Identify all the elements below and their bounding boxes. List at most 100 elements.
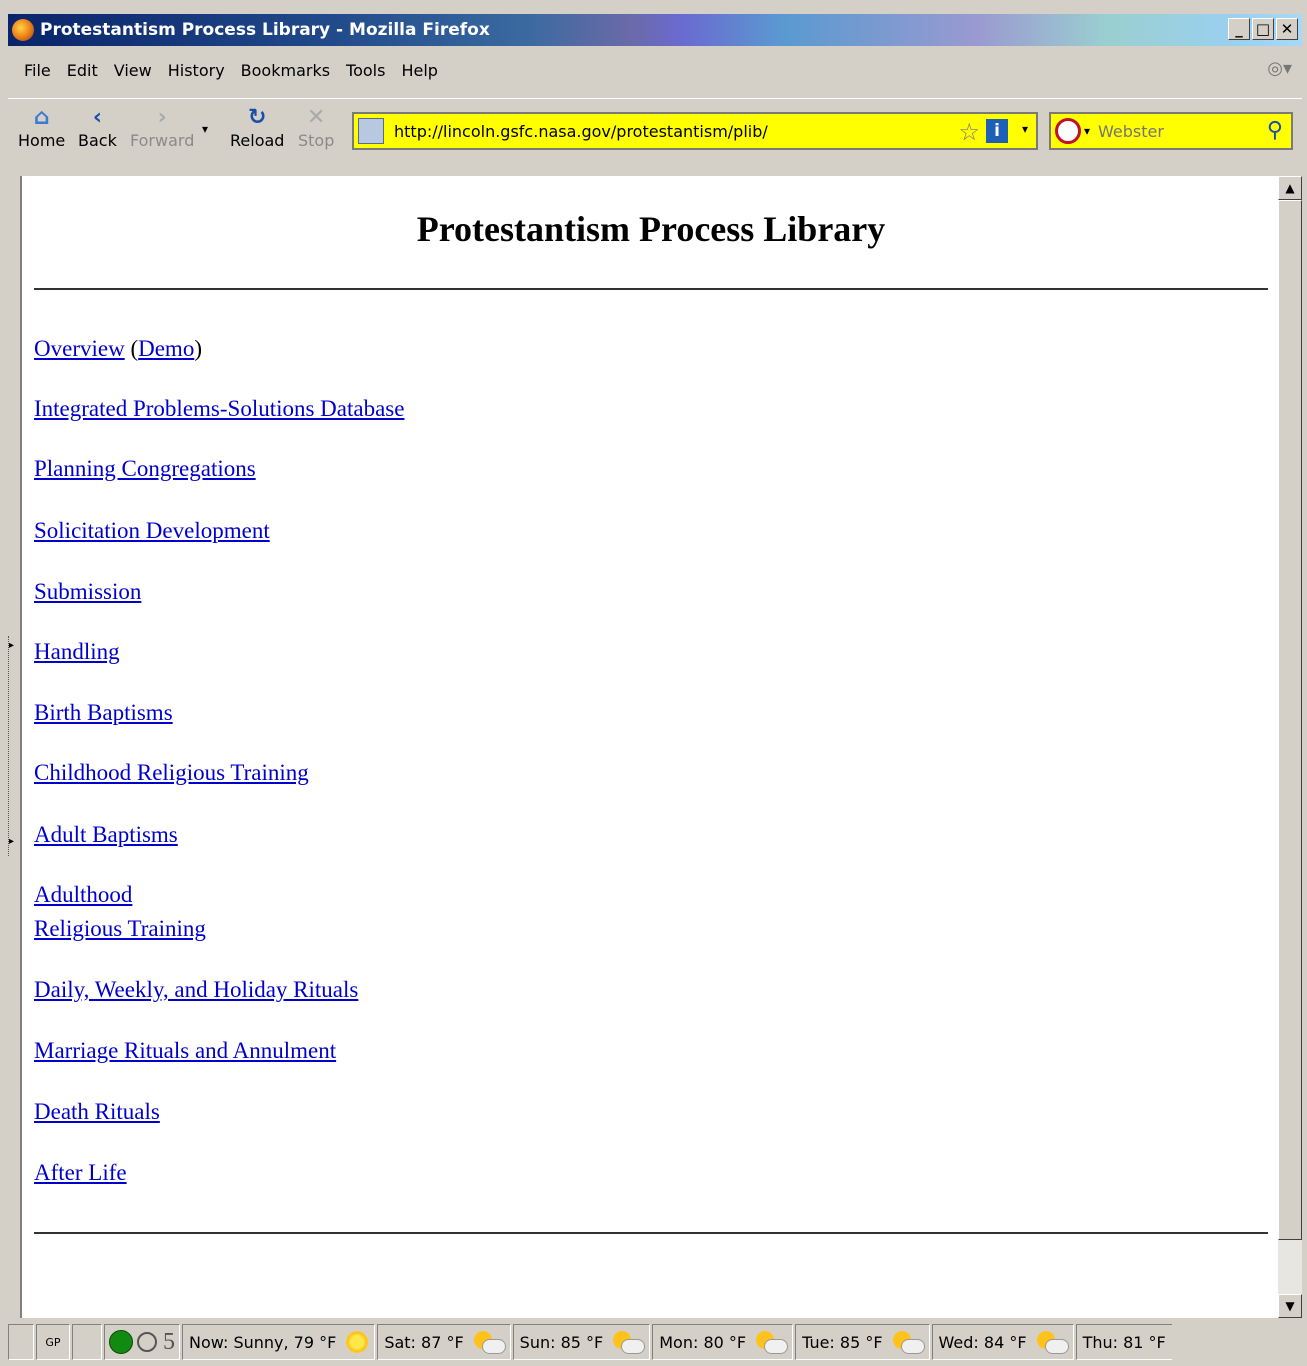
minimize-button[interactable]: _ <box>1228 18 1250 40</box>
scroll-down-icon[interactable]: ▼ <box>1278 1294 1302 1318</box>
partly-cloudy-icon <box>756 1331 789 1354</box>
stop-label: Stop <box>298 131 335 150</box>
link-birth-baptisms[interactable]: Birth Baptisms <box>34 700 173 726</box>
link-after-life[interactable]: After Life <box>34 1160 127 1186</box>
back-label: Back <box>78 131 117 150</box>
link-religious-training[interactable]: Religious Training <box>34 916 206 942</box>
link-integrated-database[interactable]: Integrated Problems-Solutions Database <box>34 396 404 422</box>
link-childhood-training[interactable]: Childhood Religious Training <box>34 760 309 786</box>
reload-icon: ↻ <box>248 105 267 130</box>
forward-label: Forward <box>130 131 195 150</box>
weather-now-text: Now: Sunny, 79 °F <box>189 1332 337 1352</box>
title-bar: Protestantism Process Library - Mozilla … <box>8 14 1302 46</box>
link-planning-congregations[interactable]: Planning Congregations <box>34 456 256 482</box>
link-adulthood[interactable]: Adulthood <box>34 882 132 908</box>
link-death-rituals[interactable]: Death Rituals <box>34 1099 160 1125</box>
link-rituals[interactable]: Daily, Weekly, and Holiday Rituals <box>34 977 358 1003</box>
forecast-sun[interactable]: Sun: 85 °F <box>512 1324 651 1360</box>
history-dropdown-icon[interactable]: ▾ <box>202 122 208 136</box>
forward-button[interactable]: › Forward <box>130 105 194 150</box>
menu-edit[interactable]: Edit <box>67 61 98 80</box>
link-solicitation-development[interactable]: Solicitation Development <box>34 518 270 544</box>
firefox-icon <box>12 19 34 41</box>
status-empty-cell <box>8 1324 34 1360</box>
close-paren: ) <box>194 336 202 361</box>
clock-icon <box>137 1332 157 1352</box>
partly-cloudy-icon <box>892 1331 925 1354</box>
stop-button[interactable]: ✕ Stop <box>298 105 334 150</box>
forecast-text: Sun: 85 °F <box>519 1332 604 1352</box>
forecast-sat[interactable]: Sat: 87 °F <box>377 1324 511 1360</box>
reload-label: Reload <box>230 131 285 150</box>
partly-cloudy-icon <box>473 1331 506 1354</box>
menu-file[interactable]: File <box>24 61 51 80</box>
forecast-text: Thu: 81 °F <box>1082 1332 1166 1352</box>
count-badge: 5 <box>163 1328 175 1355</box>
overview-link[interactable]: Overview <box>34 336 125 361</box>
maximize-button[interactable]: □ <box>1252 18 1274 40</box>
back-button[interactable]: ‹ Back <box>78 105 117 150</box>
demo-link[interactable]: Demo <box>138 336 194 361</box>
status-bar: GP 5 Now: Sunny, 79 °F Sat: 87 °F Sun: 8… <box>8 1320 1302 1364</box>
gp-button[interactable]: GP <box>36 1324 70 1360</box>
forecast-text: Mon: 80 °F <box>659 1332 747 1352</box>
info-icon[interactable]: i <box>986 119 1008 143</box>
scroll-thumb[interactable] <box>1278 200 1302 1240</box>
sunny-icon <box>346 1331 369 1353</box>
forecast-text: Tue: 85 °F <box>802 1332 883 1352</box>
reload-button[interactable]: ↻ Reload <box>230 105 284 150</box>
menu-history[interactable]: History <box>168 61 225 80</box>
forecast-thu[interactable]: Thu: 81 °F <box>1075 1324 1172 1360</box>
url-text: http://lincoln.gsfc.nasa.gov/protestanti… <box>394 121 768 141</box>
link-handling[interactable]: Handling <box>34 639 120 665</box>
divider <box>34 1232 1268 1234</box>
search-icon[interactable]: ⚲ <box>1267 118 1283 143</box>
home-label: Home <box>18 131 66 150</box>
forecast-wed[interactable]: Wed: 84 °F <box>931 1324 1074 1360</box>
url-dropdown-icon[interactable]: ▾ <box>1022 122 1028 136</box>
partly-cloudy-icon <box>1036 1331 1069 1354</box>
divider <box>34 288 1268 290</box>
stop-icon: ✕ <box>306 105 326 130</box>
search-input[interactable] <box>1096 120 1251 142</box>
bookmark-star-icon[interactable]: ☆ <box>958 118 980 146</box>
url-bar[interactable]: http://lincoln.gsfc.nasa.gov/protestanti… <box>352 112 1038 150</box>
forecast-text: Wed: 84 °F <box>938 1332 1027 1352</box>
activity-throbber-icon: ◎▾ <box>1267 58 1292 79</box>
forecast-tue[interactable]: Tue: 85 °F <box>795 1324 930 1360</box>
home-button[interactable]: ⌂ Home <box>18 105 65 150</box>
status-empty-cell <box>72 1324 102 1360</box>
expand-arrow-icon[interactable]: ▸ <box>9 640 14 651</box>
page-content: Protestantism Process Library Overview (… <box>20 176 1280 1318</box>
search-bar: ▾ ⚲ <box>1049 112 1293 150</box>
forecast-mon[interactable]: Mon: 80 °F <box>652 1324 794 1360</box>
menu-bookmarks[interactable]: Bookmarks <box>241 61 330 80</box>
menu-tools[interactable]: Tools <box>346 61 385 80</box>
overview-row: Overview (Demo) <box>34 336 202 362</box>
window-title: Protestantism Process Library - Mozilla … <box>40 20 490 40</box>
home-icon: ⌂ <box>33 105 50 130</box>
weather-now[interactable]: Now: Sunny, 79 °F <box>182 1324 376 1360</box>
vertical-scrollbar[interactable]: ▲ ▼ <box>1278 176 1302 1318</box>
engine-dropdown-icon[interactable]: ▾ <box>1084 124 1090 138</box>
link-adult-baptisms[interactable]: Adult Baptisms <box>34 822 178 848</box>
partly-cloudy-icon <box>613 1331 646 1354</box>
status-green-icon <box>109 1330 133 1354</box>
link-marriage-rituals[interactable]: Marriage Rituals and Annulment <box>34 1038 336 1064</box>
menu-help[interactable]: Help <box>401 61 437 80</box>
open-paren: ( <box>130 336 139 361</box>
back-arrow-icon: ‹ <box>92 105 102 130</box>
forecast-text: Sat: 87 °F <box>384 1332 464 1352</box>
close-button[interactable]: ✕ <box>1276 18 1298 40</box>
sidebar-grip[interactable] <box>8 636 19 856</box>
site-favicon-icon <box>358 118 384 144</box>
menu-view[interactable]: View <box>114 61 152 80</box>
search-engine-icon[interactable] <box>1055 118 1081 144</box>
expand-arrow-icon[interactable]: ▸ <box>9 836 14 847</box>
scroll-up-icon[interactable]: ▲ <box>1278 176 1302 200</box>
page-title: Protestantism Process Library <box>416 209 886 249</box>
menu-bar: File Edit View History Bookmarks Tools H… <box>8 50 1302 90</box>
link-submission[interactable]: Submission <box>34 579 141 605</box>
status-indicators: 5 <box>104 1324 180 1360</box>
forward-arrow-icon: › <box>157 105 167 130</box>
